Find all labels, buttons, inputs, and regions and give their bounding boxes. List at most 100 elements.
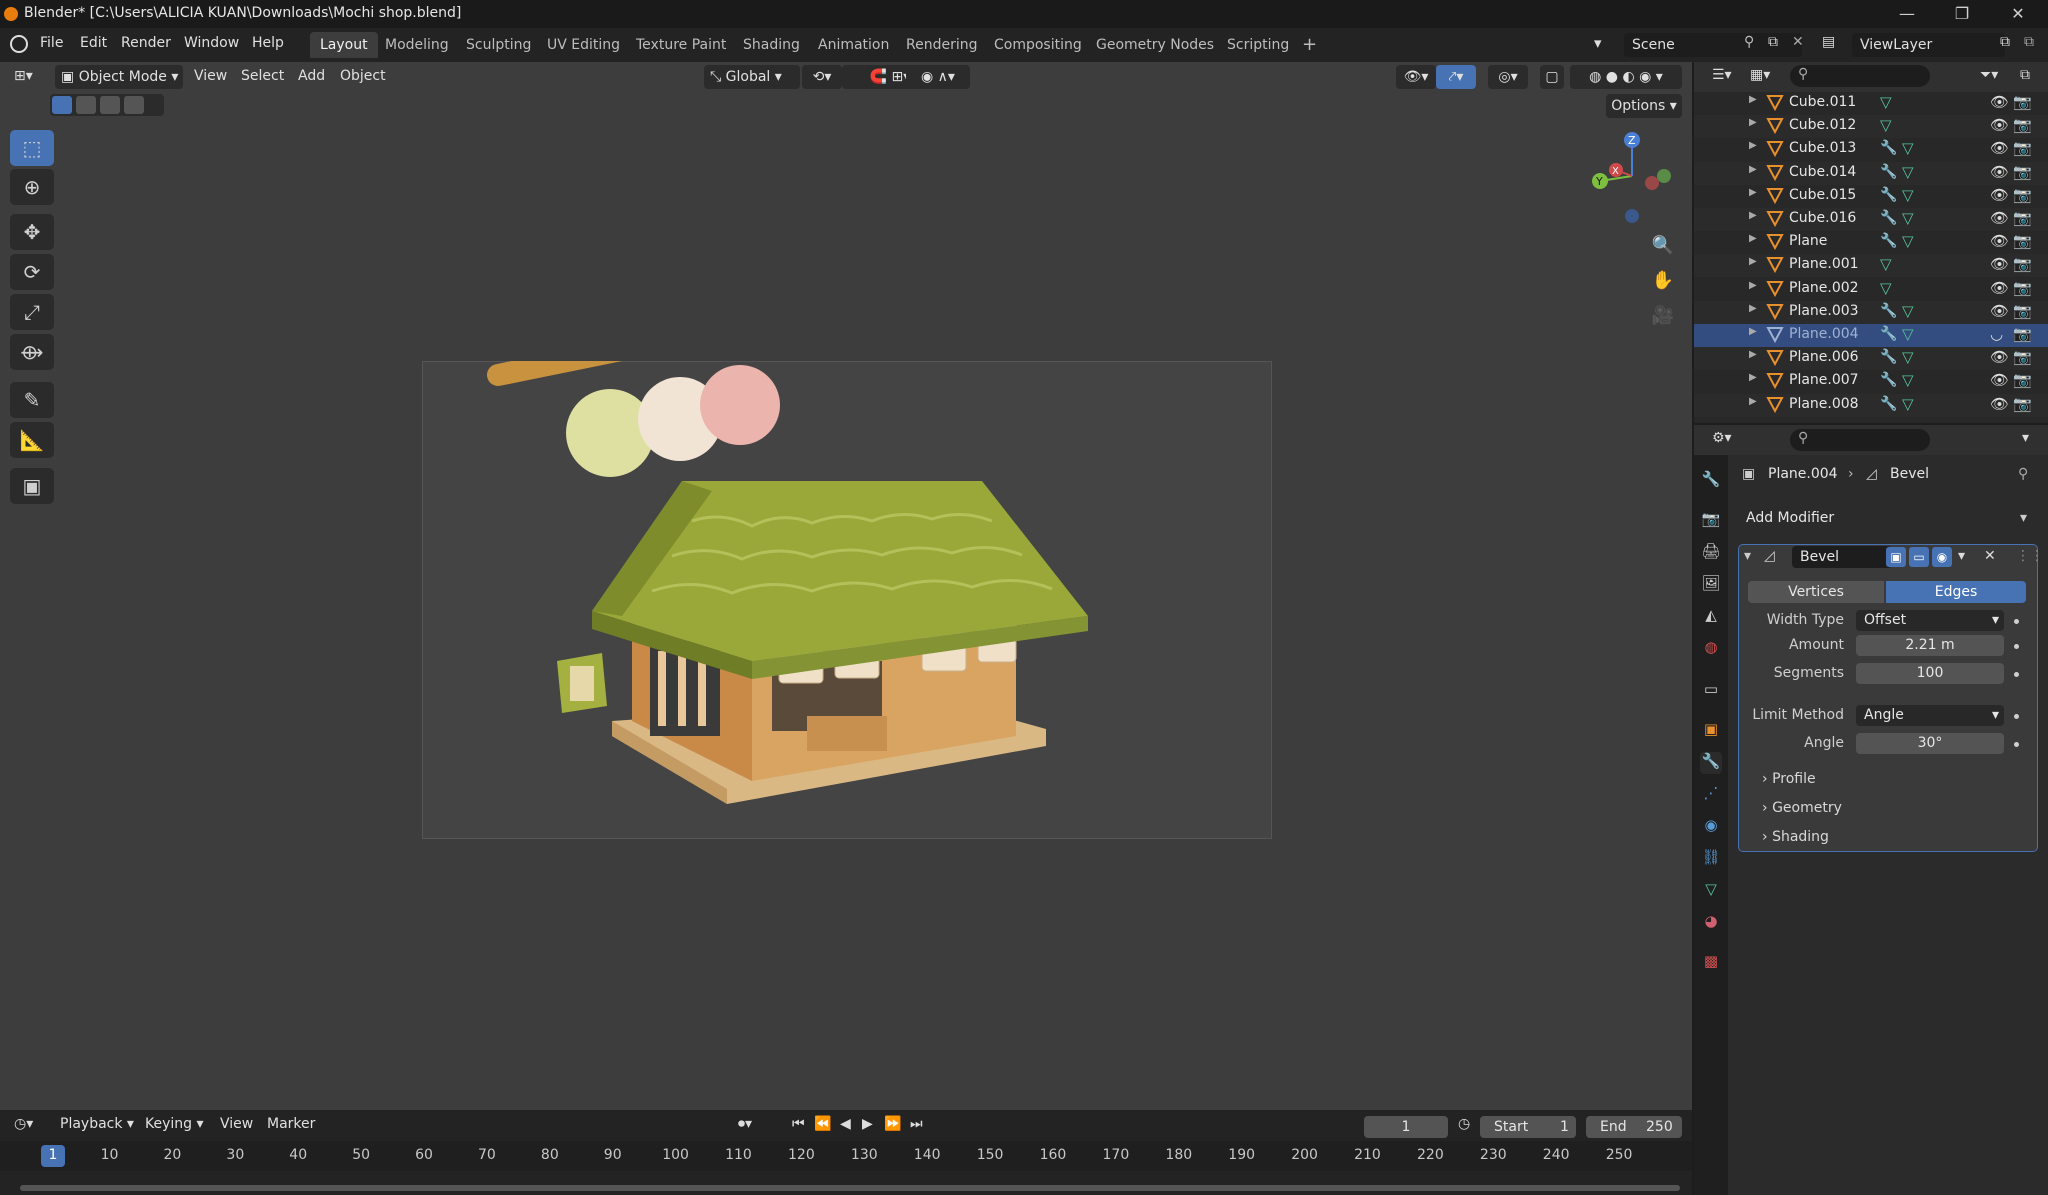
outliner-row[interactable]: ▶ Cube.012 ▽ 👁 📷	[1694, 115, 2048, 139]
object-mode-dropdown[interactable]: ▣ Object Mode ▾	[55, 65, 183, 89]
menu-file[interactable]: File	[40, 35, 63, 51]
eye-icon[interactable]: 👁	[1990, 93, 2009, 111]
gizmo-toggle-icon[interactable]: ⤤▾	[1436, 65, 1476, 89]
expand-arrow-icon[interactable]: ▶	[1749, 349, 1757, 360]
geometry-subpanel[interactable]: › Geometry	[1762, 800, 1842, 816]
view-layer-tab-icon[interactable]: 🖼	[1700, 574, 1722, 596]
outliner-object-name[interactable]: Plane.001	[1789, 256, 1859, 272]
outliner-object-name[interactable]: Cube.016	[1789, 210, 1856, 226]
maximize-button[interactable]: ❐	[1934, 0, 1990, 28]
new-view-layer-icon[interactable]: ⧉	[2000, 34, 2010, 50]
modifier-menu-icon[interactable]: ▾	[1958, 548, 1965, 564]
render-camera-icon[interactable]: 📷	[2013, 348, 2032, 366]
outliner-object-name[interactable]: Plane.007	[1789, 372, 1859, 388]
outliner-row[interactable]: ▶ Plane.001 ▽ 👁 📷	[1694, 254, 2048, 278]
mesh-data-icon[interactable]: ▽	[1880, 255, 1892, 273]
segments-field[interactable]: 100	[1856, 663, 2004, 684]
expand-arrow-icon[interactable]: ▶	[1749, 210, 1757, 221]
expand-arrow-icon[interactable]: ▶	[1749, 280, 1757, 291]
prev-keyframe-icon[interactable]: ⏪	[814, 1116, 831, 1132]
pivot-point-icon[interactable]: ⟲▾	[802, 65, 842, 89]
tab-scripting[interactable]: Scripting	[1217, 32, 1299, 58]
menu-render[interactable]: Render	[121, 35, 171, 51]
eye-icon[interactable]: 👁	[1990, 302, 2009, 320]
outliner-object-name[interactable]: Cube.015	[1789, 187, 1856, 203]
tab-sculpting[interactable]: Sculpting	[456, 32, 541, 58]
proportional-editing-icon[interactable]: ◉ ∧▾	[906, 65, 970, 89]
output-tab-icon[interactable]: 🖨	[1700, 542, 1722, 564]
outliner-object-name[interactable]: Plane.003	[1789, 303, 1859, 319]
visibility-icon[interactable]: 👁▾	[1396, 65, 1436, 89]
affect-edges-button[interactable]: Edges	[1886, 581, 2026, 603]
outliner-object-name[interactable]: Plane	[1789, 233, 1827, 249]
render-camera-icon[interactable]: 📷	[2013, 232, 2032, 250]
stopwatch-icon[interactable]: ◷	[1458, 1116, 1470, 1132]
mesh-data-icon[interactable]: ▽	[1902, 348, 1914, 366]
amount-field[interactable]: 2.21 m	[1856, 635, 2004, 656]
eye-icon[interactable]: 👁	[1990, 348, 2009, 366]
properties-search-input[interactable]: ⚲	[1790, 429, 1930, 451]
play-icon[interactable]: ▶	[862, 1116, 873, 1132]
tab-layout[interactable]: Layout	[310, 32, 378, 58]
eye-icon[interactable]: 👁	[1990, 209, 2009, 227]
move-tool-icon[interactable]: ✥	[10, 214, 54, 250]
constraints-tab-icon[interactable]: ⛓	[1700, 848, 1722, 870]
render-camera-icon[interactable]: 📷	[2013, 93, 2032, 111]
tool-tab-icon[interactable]: 🔧	[1700, 470, 1722, 492]
close-window-button[interactable]: ✕	[1990, 0, 2046, 28]
eye-icon[interactable]: 👁	[1990, 395, 2009, 413]
rotate-tool-icon[interactable]: ⟳	[10, 254, 54, 290]
outliner-row[interactable]: ▶ Plane.004 🔧 ▽ ◡ 📷	[1694, 324, 2048, 347]
timeline-menu-marker[interactable]: Marker	[267, 1116, 315, 1132]
wrench-icon[interactable]: 🔧	[1880, 233, 1897, 249]
properties-editor-type-icon[interactable]: ⚙▾	[1712, 430, 1732, 446]
zoom-icon[interactable]: 🔍	[1646, 228, 1680, 262]
modifier-tab-icon[interactable]: 🔧	[1700, 752, 1722, 774]
viewport-menu-object[interactable]: Object	[340, 68, 386, 84]
tab-uv-editing[interactable]: UV Editing	[537, 32, 630, 58]
render-camera-icon[interactable]: 📷	[2013, 279, 2032, 297]
drag-handle-icon[interactable]: ⋮⋮	[2016, 548, 2044, 564]
annotate-tool-icon[interactable]: ✎	[10, 382, 54, 418]
transform-tool-icon[interactable]: ⟴	[10, 334, 54, 370]
render-camera-icon[interactable]: 📷	[2013, 186, 2032, 204]
auto-keying-icon[interactable]: ⏺▾	[738, 1116, 752, 1132]
display-mode-icon[interactable]: ▦▾	[1750, 67, 1770, 83]
eye-icon[interactable]: 👁	[1990, 139, 2009, 157]
mochi-shop-model[interactable]	[422, 361, 1270, 837]
viewport-menu-view[interactable]: View	[194, 68, 227, 84]
world-tab-icon[interactable]: ◍	[1700, 638, 1722, 660]
transform-orientation-dropdown[interactable]: ⤡ Global ▾	[704, 65, 800, 89]
timeline-scrollbar[interactable]	[20, 1185, 1680, 1191]
select-intersect-icon[interactable]	[124, 96, 144, 114]
wrench-icon[interactable]: 🔧	[1880, 372, 1897, 388]
mesh-data-icon[interactable]: ▽	[1902, 371, 1914, 389]
outliner-object-name[interactable]: Plane.002	[1789, 280, 1859, 296]
select-subtract-icon[interactable]	[100, 96, 120, 114]
options-dropdown[interactable]: Options ▾	[1606, 94, 1682, 118]
delete-view-layer-icon[interactable]: ⧉	[2024, 34, 2034, 50]
shading-subpanel[interactable]: › Shading	[1762, 829, 1829, 845]
render-camera-icon[interactable]: 📷	[2013, 209, 2032, 227]
outliner-row[interactable]: ▶ Plane.003 🔧 ▽ 👁 📷	[1694, 300, 2048, 324]
tab-shading[interactable]: Shading	[733, 32, 810, 58]
expand-arrow-icon[interactable]: ▶	[1749, 164, 1757, 175]
wrench-icon[interactable]: 🔧	[1880, 210, 1897, 226]
navigation-gizmo[interactable]: Z Y X	[1574, 126, 1686, 236]
outliner-object-name[interactable]: Cube.012	[1789, 117, 1856, 133]
limit-method-dropdown[interactable]: Angle ▾	[1856, 705, 2004, 726]
pin-icon[interactable]: ⚲	[2018, 466, 2028, 482]
outliner-row[interactable]: ▶ Cube.013 🔧 ▽ 👁 📷	[1694, 138, 2048, 161]
expand-arrow-icon[interactable]: ▶	[1749, 256, 1757, 267]
wrench-icon[interactable]: 🔧	[1880, 140, 1897, 156]
outliner-row[interactable]: ▶ Plane.008 🔧 ▽ 👁 📷	[1694, 393, 2048, 417]
next-keyframe-icon[interactable]: ⏩	[884, 1116, 901, 1132]
keyframe-dot[interactable]	[2014, 644, 2019, 649]
modifier-name-input[interactable]: Bevel	[1792, 546, 1892, 568]
add-cube-tool-icon[interactable]: ▣	[10, 468, 54, 504]
edit-mode-toggle-icon[interactable]: ▣	[1886, 547, 1906, 567]
width-type-dropdown[interactable]: Offset ▾	[1856, 610, 2004, 631]
outliner-row[interactable]: ▶ Plane.007 🔧 ▽ 👁 📷	[1694, 370, 2048, 393]
overlays-icon[interactable]: ◎▾	[1488, 65, 1528, 89]
expand-arrow-icon[interactable]: ▶	[1749, 94, 1757, 105]
